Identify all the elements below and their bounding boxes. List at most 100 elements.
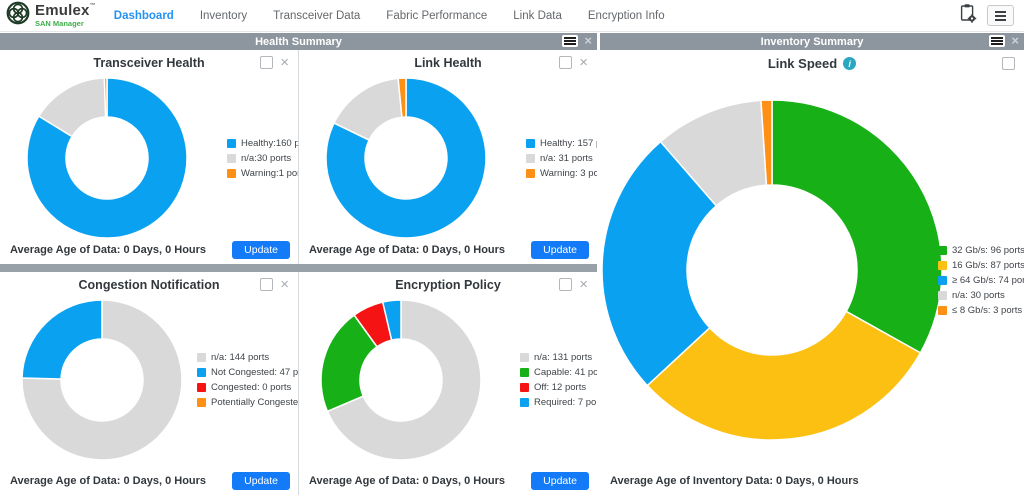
- widget-controls: ×: [559, 278, 588, 291]
- legend-swatch: [197, 368, 206, 377]
- legend-item[interactable]: Off: 12 ports: [520, 382, 597, 393]
- nav-item-dashboard[interactable]: Dashboard: [114, 10, 174, 22]
- encryption-policy-title: Encryption Policy: [299, 272, 597, 292]
- legend-label: Required: 7 ports: [534, 397, 597, 408]
- legend-swatch: [227, 154, 236, 163]
- legend-item[interactable]: n/a: 31 ports: [526, 153, 597, 164]
- nav-item-inventory[interactable]: Inventory: [200, 10, 247, 22]
- congestion-donut-chart[interactable]: [22, 300, 182, 465]
- legend-swatch: [526, 169, 535, 178]
- congestion-notification-widget: Congestion Notification × n/a: 144 ports…: [0, 272, 299, 495]
- legend-item[interactable]: ≥ 64 Gb/s: 74 ports: [938, 275, 1024, 286]
- widget-controls: ×: [260, 56, 289, 69]
- widget-close-icon[interactable]: ×: [579, 279, 588, 290]
- transceiver-health-donut-chart[interactable]: [27, 78, 187, 243]
- legend-item[interactable]: n/a: 131 ports: [520, 352, 597, 363]
- main-nav: Dashboard Inventory Transceiver Data Fab…: [114, 10, 665, 22]
- emulex-san-manager-app: Emulex™ SAN Manager Dashboard Inventory …: [0, 0, 1024, 495]
- panel-close-icon[interactable]: ×: [1011, 35, 1019, 47]
- update-button[interactable]: Update: [531, 472, 589, 490]
- average-age-text: Average Age of Data: 0 Days, 0 Hours: [309, 244, 505, 256]
- update-button[interactable]: Update: [232, 241, 290, 259]
- link-health-legend: Healthy: 157 ports n/a: 31 ports Warning: …: [526, 74, 597, 242]
- update-button[interactable]: Update: [232, 472, 290, 490]
- encryption-policy-widget: Encryption Policy × n/a: 131 ports Capabl…: [299, 272, 597, 495]
- widget-close-icon[interactable]: ×: [579, 57, 588, 68]
- legend-item[interactable]: n/a: 144 ports: [197, 352, 299, 363]
- widget-controls: ×: [559, 56, 588, 69]
- congestion-notification-title: Congestion Notification: [0, 272, 298, 292]
- legend-label: Warning:1 port: [241, 168, 299, 179]
- panel-menu-icon[interactable]: [562, 35, 578, 47]
- report-clipboard-gear-icon[interactable]: [959, 3, 977, 29]
- legend-swatch: [520, 383, 529, 392]
- average-age-inventory-text: Average Age of Inventory Data: 0 Days, 0…: [610, 475, 859, 487]
- legend-item[interactable]: ≤ 8 Gb/s: 3 ports: [938, 305, 1024, 316]
- legend-item[interactable]: Healthy: 157 ports: [526, 138, 597, 149]
- widget-checkbox[interactable]: [1002, 57, 1015, 70]
- widget-checkbox[interactable]: [260, 278, 273, 291]
- emulex-knot-icon: [6, 1, 30, 30]
- info-icon[interactable]: i: [843, 57, 856, 70]
- legend-item[interactable]: n/a: 30 ports: [938, 290, 1024, 301]
- legend-label: n/a: 30 ports: [952, 290, 1005, 301]
- legend-label: n/a: 131 ports: [534, 352, 592, 363]
- widget-close-icon[interactable]: ×: [280, 279, 289, 290]
- legend-item[interactable]: Warning: 3 ports: [526, 168, 597, 179]
- legend-swatch: [938, 291, 947, 300]
- health-summary-title: Health Summary: [255, 36, 342, 48]
- legend-label: n/a:30 ports: [241, 153, 291, 164]
- widget-checkbox[interactable]: [260, 56, 273, 69]
- nav-item-fabric-performance[interactable]: Fabric Performance: [386, 10, 487, 22]
- donut-slice[interactable]: [772, 100, 942, 353]
- congestion-legend: n/a: 144 ports Not Congested: 47 ports Con…: [197, 296, 299, 464]
- widget-close-icon[interactable]: ×: [280, 57, 289, 68]
- widget-checkbox[interactable]: [559, 56, 572, 69]
- legend-swatch: [938, 246, 947, 255]
- legend-swatch: [520, 353, 529, 362]
- legend-swatch: [938, 261, 947, 270]
- link-health-widget: Link Health × Healthy: 157 portsn/a: 31 …: [299, 50, 597, 264]
- legend-item[interactable]: Potentially Congested: ...: [197, 397, 299, 408]
- widget-footer: Average Age of Data: 0 Days, 0 Hours Upd…: [10, 472, 290, 490]
- app-menu-button[interactable]: [987, 5, 1014, 26]
- widget-checkbox[interactable]: [559, 278, 572, 291]
- nav-item-transceiver-data[interactable]: Transceiver Data: [273, 10, 360, 22]
- legend-item[interactable]: Warning:1 port: [227, 168, 299, 179]
- panel-menu-icon[interactable]: [989, 35, 1005, 47]
- update-button[interactable]: Update: [531, 241, 589, 259]
- legend-swatch: [197, 353, 206, 362]
- link-health-donut-chart[interactable]: [326, 78, 486, 243]
- legend-item[interactable]: Not Congested: 47 ports: [197, 367, 299, 378]
- donut-slice[interactable]: [104, 78, 107, 117]
- panel-close-icon[interactable]: ×: [584, 35, 592, 47]
- legend-swatch: [197, 398, 206, 407]
- legend-item[interactable]: 16 Gb/s: 87 ports: [938, 260, 1024, 271]
- legend-item[interactable]: Congested: 0 ports: [197, 382, 299, 393]
- legend-label: ≥ 64 Gb/s: 74 ports: [952, 275, 1024, 286]
- legend-label: Not Congested: 47 ports: [211, 367, 299, 378]
- legend-item[interactable]: Healthy:160 ports: [227, 138, 299, 149]
- legend-swatch: [520, 368, 529, 377]
- legend-item[interactable]: n/a:30 ports: [227, 153, 299, 164]
- inventory-summary-header[interactable]: Inventory Summary ×: [600, 33, 1024, 50]
- legend-label: Warning: 3 ports: [540, 168, 597, 179]
- donut-slice[interactable]: [22, 300, 102, 379]
- widget-footer: Average Age of Data: 0 Days, 0 Hours Upd…: [309, 472, 589, 490]
- link-speed-donut-chart[interactable]: [602, 100, 942, 445]
- legend-swatch: [520, 398, 529, 407]
- row-divider: [0, 264, 597, 272]
- legend-item[interactable]: Capable: 41 ports: [520, 367, 597, 378]
- legend-item[interactable]: 32 Gb/s: 96 ports: [938, 245, 1024, 256]
- legend-label: n/a: 31 ports: [540, 153, 593, 164]
- health-summary-header[interactable]: Health Summary ×: [0, 33, 597, 50]
- legend-label: ≤ 8 Gb/s: 3 ports: [952, 305, 1022, 316]
- legend-label: Off: 12 ports: [534, 382, 586, 393]
- transceiver-health-widget: Transceiver Health × Healthy:160 portsn/…: [0, 50, 299, 264]
- inventory-footer: Average Age of Inventory Data: 0 Days, 0…: [610, 471, 859, 489]
- brand-text: Emulex™ SAN Manager: [35, 3, 96, 28]
- encryption-donut-chart[interactable]: [321, 300, 481, 465]
- nav-item-link-data[interactable]: Link Data: [513, 10, 562, 22]
- legend-item[interactable]: Required: 7 ports: [520, 397, 597, 408]
- nav-item-encryption-info[interactable]: Encryption Info: [588, 10, 665, 22]
